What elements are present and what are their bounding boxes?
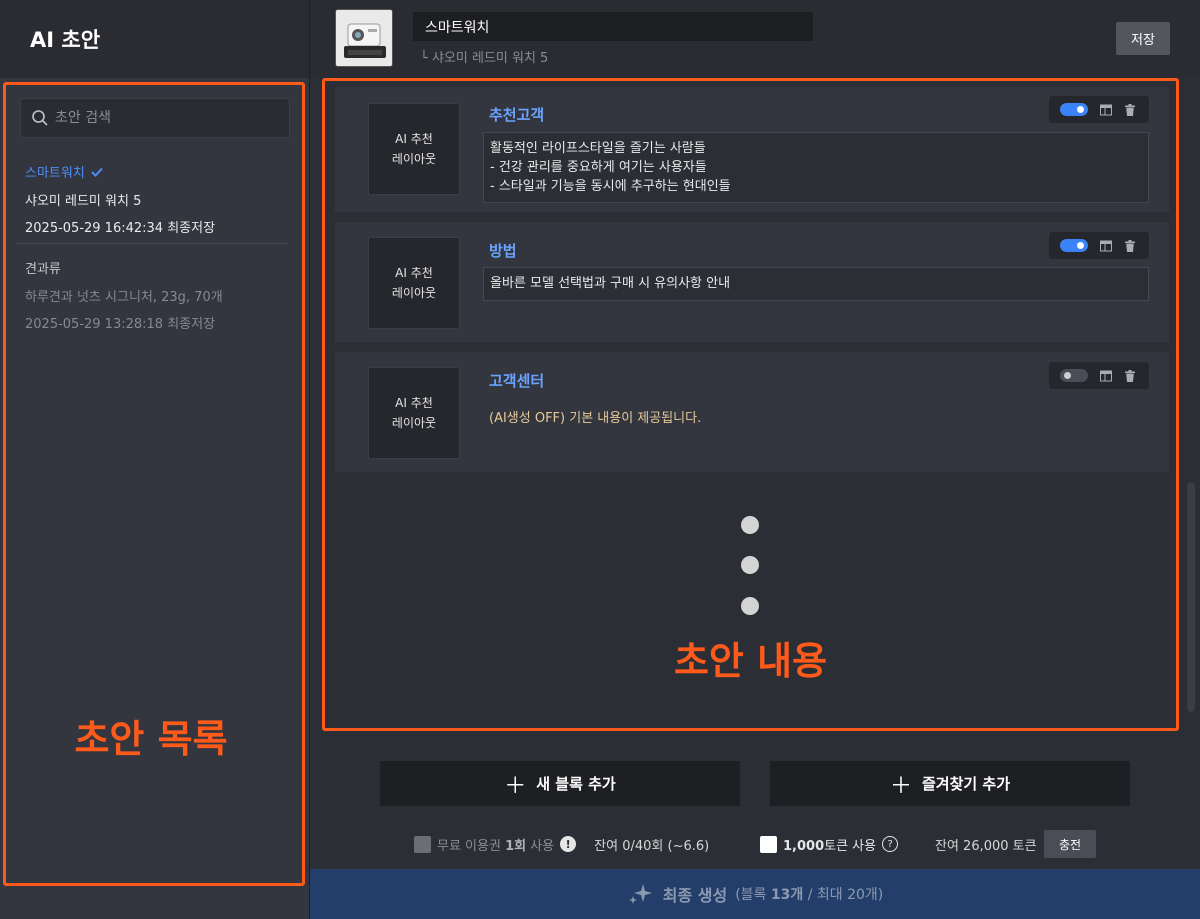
ai-toggle[interactable] xyxy=(1060,239,1088,252)
token-suffix: 토큰 사용 xyxy=(824,838,877,854)
free-remaining: 잔여 0/40회 (~6.6) xyxy=(594,838,710,854)
content-block: AI 추천레이아웃 추천고객 활동적인 라이프스타일을 즐기는 사람들 - 건강… xyxy=(335,87,1169,212)
draft-item-saved-time: 2025-05-29 16:42:34 최종저장 xyxy=(25,221,216,236)
sparkle-icon xyxy=(628,884,652,904)
subtitle-branch-icon: └ xyxy=(420,51,432,66)
draft-item[interactable]: 스마트워치 샤오미 레드미 워치 5 2025-05-29 16:42:34 최… xyxy=(25,162,290,236)
plus-icon: ＋ xyxy=(889,773,912,799)
draft-editor: └ 샤오미 레드미 워치 5 저장 AI 추천레이아웃 추천고객 활동적인 라이… xyxy=(310,0,1200,919)
token-remaining: 잔여 26,000 토큰 xyxy=(935,838,1037,854)
trash-icon[interactable] xyxy=(1124,239,1136,252)
generate-sub-suffix: / 최대 20개) xyxy=(803,887,884,903)
block-title: 고객센터 xyxy=(489,372,545,390)
content-scrollbar[interactable] xyxy=(1187,482,1195,712)
free-pass-label: 무료 이용권 1회 사용 xyxy=(437,835,554,854)
add-block-button[interactable]: ＋ 새 블록 추가 xyxy=(380,761,740,806)
block-title: 추천고객 xyxy=(489,106,545,124)
block-text-area[interactable]: 올바른 모델 선택법과 구매 시 유의사항 안내 xyxy=(483,267,1149,301)
generate-block-count: 13개 xyxy=(770,887,804,903)
add-block-label: 새 블록 추가 xyxy=(536,775,616,793)
draft-search-box[interactable] xyxy=(20,98,290,138)
token-amount: 1,000 xyxy=(783,838,825,854)
block-layout-thumbnail[interactable]: AI 추천레이아웃 xyxy=(368,367,460,459)
block-thumb-label: AI 추천 xyxy=(395,396,433,410)
layout-icon[interactable] xyxy=(1100,240,1112,252)
block-thumb-label: AI 추천 xyxy=(395,132,433,146)
trash-icon[interactable] xyxy=(1124,369,1136,382)
draft-sidebar: AI 초안 스마트워치 샤오미 레드미 워치 5 2025-05-29 16:4… xyxy=(0,0,310,919)
smartwatch-image-icon xyxy=(336,10,392,66)
block-thumb-label-2: 레이아웃 xyxy=(391,152,437,166)
draft-divider xyxy=(16,243,288,244)
check-icon xyxy=(91,167,103,177)
add-favorite-label: 즐겨찾기 추가 xyxy=(921,775,1011,793)
product-thumbnail xyxy=(335,9,393,67)
block-text-area[interactable]: 활동적인 라이프스타일을 즐기는 사람들 - 건강 관리를 중요하게 여기는 사… xyxy=(483,132,1149,203)
block-thumb-label-2: 레이아웃 xyxy=(391,286,437,300)
help-icon[interactable]: ? xyxy=(882,836,899,852)
draft-item-name: 샤오미 레드미 워치 5 xyxy=(25,194,142,209)
ai-toggle[interactable] xyxy=(1060,369,1088,382)
ellipsis-dot xyxy=(741,556,759,574)
charge-button[interactable]: 충전 xyxy=(1044,830,1096,858)
content-block: AI 추천레이아웃 방법 올바른 모델 선택법과 구매 시 유의사항 안내 xyxy=(335,222,1169,342)
sidebar-title: AI 초안 xyxy=(30,28,101,52)
draft-item-category: 견과류 xyxy=(25,262,61,277)
free-pass-checkbox[interactable] xyxy=(414,835,431,853)
token-label: 1,000토큰 사용 xyxy=(783,835,876,854)
draft-item-category-row: 견과류 xyxy=(25,258,290,277)
plus-icon: ＋ xyxy=(504,773,527,799)
sidebar-header: AI 초안 xyxy=(0,0,309,78)
draft-item-category: 스마트워치 xyxy=(25,166,85,181)
draft-item-saved-time: 2025-05-29 13:28:18 최종저장 xyxy=(25,317,216,332)
editor-header: └ 샤오미 레드미 워치 5 저장 xyxy=(310,0,1200,78)
draft-item-category-row: 스마트워치 xyxy=(25,162,290,181)
product-subtitle: └ 샤오미 레드미 워치 5 xyxy=(420,47,548,66)
block-toolbar xyxy=(1049,232,1149,259)
block-ai-off-notice: (AI생성 OFF) 기본 내용이 제공됩니다. xyxy=(489,411,702,426)
trash-icon[interactable] xyxy=(1124,103,1136,116)
content-overlay-label: 초안 내용 xyxy=(673,639,828,683)
ai-toggle[interactable] xyxy=(1060,103,1088,116)
draft-item-name: 하루견과 넛츠 시그니처, 23g, 70개 xyxy=(25,290,223,305)
block-title: 방법 xyxy=(489,242,517,260)
layout-icon[interactable] xyxy=(1100,104,1112,116)
free-pass-count: 1회 xyxy=(505,838,527,854)
free-pass-suffix: 사용 xyxy=(526,838,555,854)
block-layout-thumbnail[interactable]: AI 추천레이아웃 xyxy=(368,237,460,329)
token-option: 1,000토큰 사용 ? xyxy=(760,830,899,858)
final-generate-button[interactable]: 최종 생성 (블록 13개 / 최대 20개) xyxy=(310,869,1200,919)
draft-search-input[interactable] xyxy=(55,110,275,126)
block-toolbar xyxy=(1049,362,1149,389)
save-button[interactable]: 저장 xyxy=(1116,22,1170,55)
product-name: 샤오미 레드미 워치 5 xyxy=(431,51,549,66)
info-icon[interactable]: ! xyxy=(560,836,577,852)
layout-icon[interactable] xyxy=(1100,370,1112,382)
free-pass-option: 무료 이용권 1회 사용 ! 잔여 0/40회 (~6.6) xyxy=(414,830,709,858)
content-block: AI 추천레이아웃 고객센터 (AI생성 OFF) 기본 내용이 제공됩니다. xyxy=(335,352,1169,472)
free-pass-prefix: 무료 이용권 xyxy=(437,838,506,854)
block-thumb-label-2: 레이아웃 xyxy=(391,416,437,430)
block-toolbar xyxy=(1049,96,1149,123)
block-thumb-label: AI 추천 xyxy=(395,266,433,280)
generate-sub-prefix: (블록 xyxy=(735,887,771,903)
draft-title-input[interactable] xyxy=(413,12,813,41)
generate-sub: (블록 13개 / 최대 20개) xyxy=(735,884,883,904)
draft-list-overlay-label: 초안 목록 xyxy=(74,717,228,761)
block-layout-thumbnail[interactable]: AI 추천레이아웃 xyxy=(368,103,460,195)
draft-item[interactable]: 견과류 하루견과 넛츠 시그니처, 23g, 70개 2025-05-29 13… xyxy=(25,258,290,332)
ellipsis-dot xyxy=(741,516,759,534)
token-checkbox[interactable] xyxy=(760,835,777,853)
generate-label: 최종 생성 xyxy=(662,886,728,905)
search-icon xyxy=(32,110,48,126)
ellipsis-dot xyxy=(741,597,759,615)
add-favorite-button[interactable]: ＋ 즐겨찾기 추가 xyxy=(770,761,1130,806)
